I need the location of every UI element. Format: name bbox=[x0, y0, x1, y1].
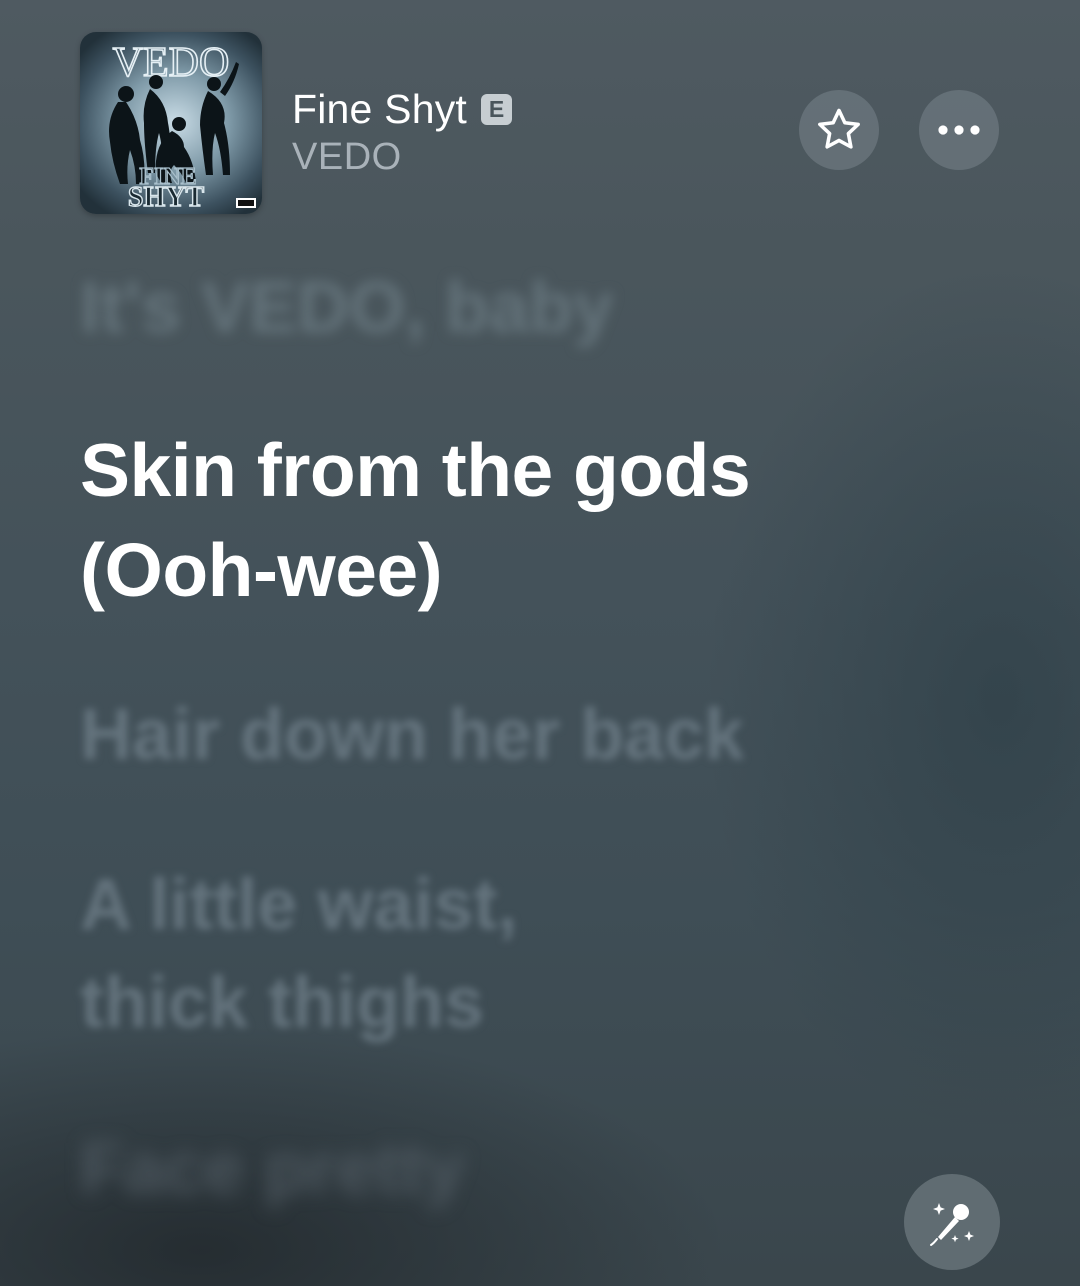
artist-name[interactable]: VEDO bbox=[292, 136, 402, 179]
album-artwork-image: VEDO FINE SHYT bbox=[109, 39, 256, 214]
lyric-line-upcoming-text: A little waist, bbox=[80, 865, 518, 945]
explicit-badge: E bbox=[481, 94, 512, 125]
lyric-line-upcoming-text: Face pretty bbox=[80, 1129, 465, 1209]
lyric-line-current-text: (Ooh-wee) bbox=[80, 528, 443, 612]
lyric-line-upcoming[interactable]: Hair down her back bbox=[80, 686, 744, 784]
lyric-line-upcoming[interactable]: Face pretty bbox=[80, 1120, 464, 1218]
sing-button[interactable] bbox=[904, 1174, 1000, 1270]
lyric-line-current-text: Skin from the gods bbox=[80, 428, 751, 512]
ellipsis-icon bbox=[938, 125, 980, 135]
lyric-line-current[interactable]: Skin from the gods (Ooh-wee) bbox=[80, 420, 751, 620]
microphone-sparkle-icon bbox=[930, 1203, 974, 1246]
lyric-line-upcoming[interactable]: A little waist, thick thighs bbox=[80, 856, 517, 1052]
more-options-button[interactable] bbox=[919, 90, 999, 170]
track-title-row: Fine Shyt E bbox=[292, 86, 512, 133]
lyric-line-upcoming-text: thick thighs bbox=[80, 963, 485, 1043]
lyric-line-previous[interactable]: It's VEDO, baby bbox=[80, 268, 613, 348]
track-title[interactable]: Fine Shyt bbox=[292, 86, 467, 133]
star-icon bbox=[818, 108, 860, 149]
album-artwork[interactable]: VEDO FINE SHYT bbox=[80, 32, 262, 214]
lyric-line-upcoming-text: Hair down her back bbox=[80, 695, 745, 775]
favorite-button[interactable] bbox=[799, 90, 879, 170]
svg-text:SHYT: SHYT bbox=[128, 182, 205, 213]
